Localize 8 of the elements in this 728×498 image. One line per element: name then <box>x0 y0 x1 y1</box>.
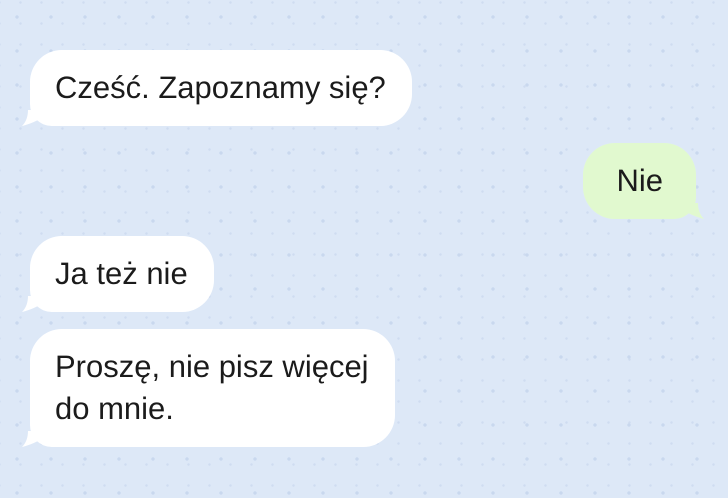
message-bubble: Cześć. Zapoznamy się? <box>30 50 412 126</box>
bubble-tail <box>22 296 38 312</box>
message-bubble: Nie <box>583 143 696 219</box>
bubble-tail <box>22 110 38 126</box>
bubble-tail <box>688 203 704 219</box>
message-bubble: Proszę, nie pisz więcej do mnie. <box>30 329 395 447</box>
message-bubble: Ja też nie <box>30 236 214 312</box>
bubble-tail <box>22 431 38 447</box>
